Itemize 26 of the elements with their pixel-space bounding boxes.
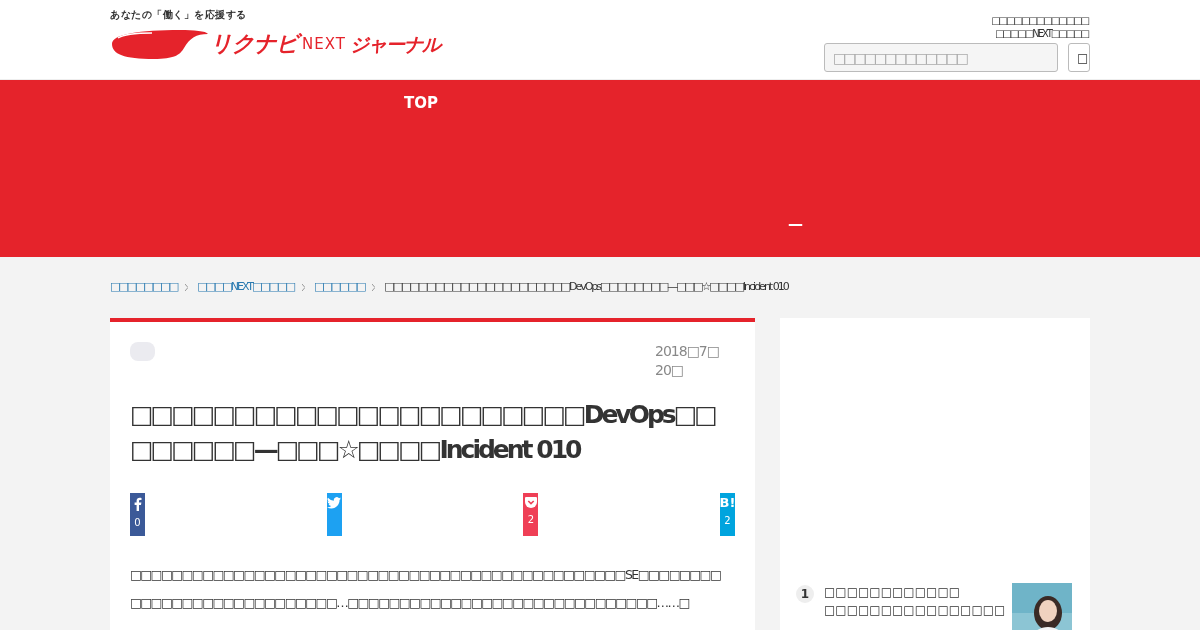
ranking-title[interactable]: □□□□□□□□□□□□ □□□□□□□□□□□□□□□□ — [824, 583, 1004, 619]
chevron-icon — [301, 284, 305, 291]
share-button[interactable]: 0 — [130, 493, 145, 536]
tagline: あなたの「働く」を応援する — [110, 8, 248, 22]
search-button[interactable]: □ — [1068, 43, 1090, 72]
bird-icon — [327, 497, 342, 509]
nav-item[interactable]: TOP — [404, 94, 438, 112]
breadcrumb-current: □□□□□□□□□□□□□□□□□□□□□□DevOps□□□□□□□□—□□□☆□□□□Incident 010 — [384, 279, 790, 296]
article-lead: □□□□□□□□□□□□□□□□□□□□□□□□□□□□□□□□□□□□□□□□□□□□□□□□SE□□□□□□□□□□□□□□□□□□□□□□□□□□□□…□□□□□□□□□□□□□□□□□□□□□□□□□□□□□□……□ — [130, 566, 722, 612]
publish-date: 2018□7□20□ — [655, 342, 720, 380]
rank-number: 1 — [796, 585, 814, 603]
article-title: □□□□□□□□□□□□□□□□□□□□□□DevOps□□□□□□□□—□□□☆□□□□Incident 010 — [130, 399, 717, 466]
search-field[interactable]: □□□□□□□□□□□□□ — [824, 43, 1058, 72]
share-button[interactable]: 2 — [523, 493, 539, 536]
breadcrumb-link[interactable]: □□□□□□□□ — [110, 279, 180, 296]
facebook-icon — [133, 497, 142, 511]
breadcrumb-link[interactable]: □□□□□□ — [313, 279, 367, 296]
chevron-icon — [372, 284, 376, 291]
header-notice: □□□□□NEXT□□□□□ — [994, 27, 1090, 40]
nav-item[interactable]: — — [788, 215, 803, 233]
share-button[interactable]: B! 2 — [719, 493, 735, 536]
breadcrumb-link[interactable]: □□□□NEXT□□□□□ — [197, 279, 296, 296]
chevron-icon — [185, 284, 189, 291]
header-notice: □□□□□□□□□□□□□ — [991, 14, 1090, 27]
pocket-icon — [524, 497, 537, 508]
share-button[interactable] — [326, 493, 342, 536]
